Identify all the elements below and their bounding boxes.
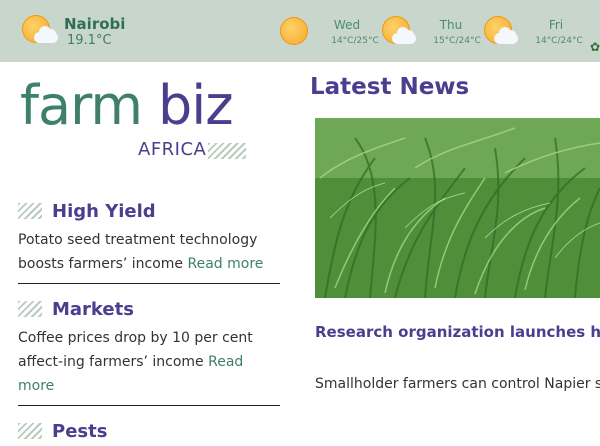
sun-icon (280, 17, 308, 45)
latest-news-heading: Latest News (310, 74, 470, 100)
weather-city: Nairobi (64, 15, 126, 33)
news-image[interactable] (315, 118, 600, 298)
section-text: Coffee prices drop by 10 per cent affect… (18, 326, 280, 398)
forecast-day: Thu (439, 18, 463, 32)
news-excerpt: Smallholder farmers can control Napier s… (315, 376, 600, 392)
section-title[interactable]: High Yield (52, 201, 156, 222)
forecast-day: Wed (333, 18, 361, 32)
logo-biz: biz (158, 74, 234, 137)
read-more-link[interactable]: Read more (188, 256, 264, 272)
forecast-range: 15°C/24°C (433, 36, 481, 46)
section-title[interactable]: Pests (52, 421, 107, 442)
cloud-icon (494, 27, 518, 44)
logo-farm: farm (20, 74, 143, 137)
cloud-icon (392, 27, 416, 44)
plant-icon: ✿ (590, 40, 600, 54)
news-headline-link[interactable]: Research organization launches high yiel… (315, 322, 600, 342)
cloud-icon (34, 26, 58, 43)
logo-africa: AFRICA (138, 139, 207, 160)
sidebar-section-markets: Markets Coffee prices drop by 10 per cen… (18, 294, 280, 406)
napier-grass-image (315, 118, 600, 298)
section-title[interactable]: Markets (52, 299, 134, 320)
hatch-icon (18, 301, 42, 317)
forecast-range: 14°C/25°C (331, 36, 379, 46)
divider (18, 405, 280, 406)
forecast-range: 14°C/24°C (535, 36, 583, 46)
sidebar: High Yield Potato seed treatment technol… (18, 196, 280, 446)
sidebar-section-high-yield: High Yield Potato seed treatment technol… (18, 196, 280, 284)
logo-hatch-decoration (208, 143, 246, 159)
section-text: Potato seed treatment technology boosts … (18, 228, 280, 276)
weather-current-temp: 19.1°C (67, 33, 112, 48)
site-logo[interactable]: farm biz AFRICA (20, 74, 260, 166)
hatch-icon (18, 423, 42, 439)
divider (18, 283, 280, 284)
forecast-day: Fri (548, 18, 564, 32)
weather-bar: Nairobi 19.1°C Wed 14°C/25°C Thu 15°C/24… (0, 0, 600, 62)
sidebar-section-pests: Pests (18, 416, 280, 446)
hatch-icon (18, 203, 42, 219)
